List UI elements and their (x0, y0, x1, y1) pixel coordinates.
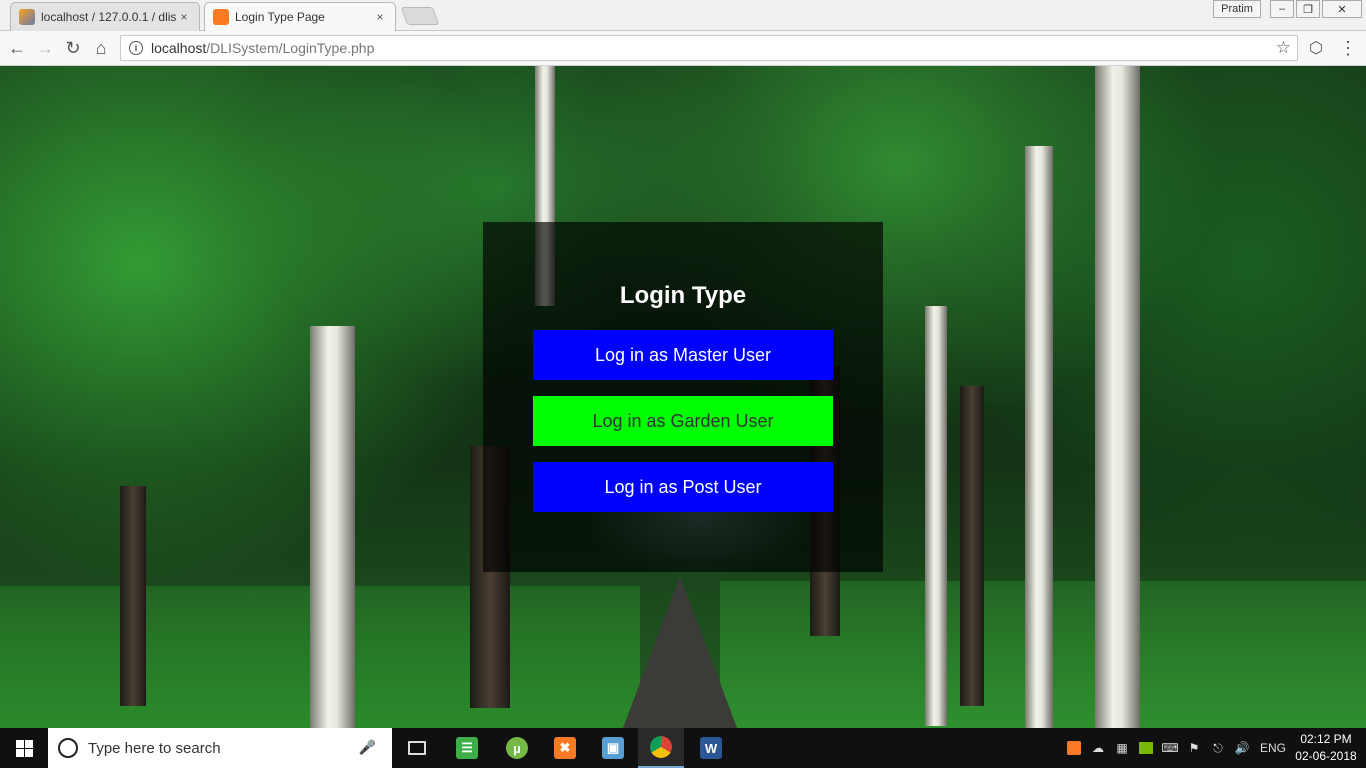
tab-phpmyadmin[interactable]: localhost / 127.0.0.1 / dlis × (10, 2, 200, 31)
notepad-icon[interactable]: ☰ (444, 728, 490, 768)
dark-trunk (120, 486, 146, 706)
word-icon[interactable]: W (688, 728, 734, 768)
browser-toolbar: ← → ↻ ⌂ i localhost/DLISystem/LoginType.… (0, 31, 1366, 66)
tab-title: Login Type Page (235, 10, 325, 24)
search-placeholder: Type here to search (88, 739, 221, 757)
windows-taskbar: Type here to search 🎤 ☰ µ ✖ ▣ W ☁ ▦ ⌨ ⚑ … (0, 728, 1366, 768)
url-path: /DLISystem/LoginType.php (206, 40, 375, 56)
language-indicator[interactable]: ENG (1258, 728, 1288, 768)
close-icon[interactable]: × (373, 10, 387, 24)
clock-date: 02-06-2018 (1295, 749, 1357, 763)
windows-logo-icon (15, 739, 33, 757)
xampp-icon (213, 9, 229, 25)
app-tray-icon[interactable]: ▦ (1112, 728, 1132, 768)
chrome-icon[interactable] (638, 728, 684, 768)
back-icon[interactable]: ← (6, 37, 28, 59)
profile-button[interactable]: Pratim (1213, 0, 1261, 18)
home-icon[interactable]: ⌂ (90, 37, 112, 59)
garden-user-login-button[interactable]: Log in as Garden User (533, 396, 833, 446)
birch-trunk (925, 306, 947, 726)
page-background: Login Type Log in as Master User Log in … (0, 66, 1366, 728)
page-title: Login Type (619, 282, 747, 309)
forward-icon[interactable]: → (34, 37, 56, 59)
menu-icon[interactable]: ⋮ (1337, 37, 1359, 59)
minimize-button[interactable]: ‒ (1270, 0, 1294, 18)
utorrent-icon[interactable]: µ (494, 728, 540, 768)
taskbar-search-box[interactable]: Type here to search 🎤 (48, 728, 392, 768)
security-icon[interactable]: ⚑ (1184, 728, 1204, 768)
birch-trunk (1095, 66, 1140, 728)
reload-icon[interactable]: ↻ (62, 37, 84, 59)
post-user-login-button[interactable]: Log in as Post User (533, 462, 833, 512)
browser-tab-bar: localhost / 127.0.0.1 / dlis × Login Typ… (0, 0, 1366, 31)
new-tab-button[interactable] (400, 7, 440, 25)
xampp-icon[interactable]: ✖ (542, 728, 588, 768)
xampp-tray-icon[interactable] (1064, 728, 1084, 768)
phpmyadmin-icon (19, 9, 35, 25)
dark-trunk (960, 386, 984, 706)
master-user-login-button[interactable]: Log in as Master User (533, 330, 833, 380)
maximize-button[interactable]: ❐ (1296, 0, 1320, 18)
network-drive-icon[interactable]: ☁ (1088, 728, 1108, 768)
close-icon[interactable]: × (177, 10, 191, 24)
tab-login-type[interactable]: Login Type Page × (204, 2, 396, 31)
network-icon[interactable]: ⎋ (1208, 728, 1228, 768)
cortana-icon[interactable] (58, 738, 78, 758)
forest-path (620, 576, 740, 728)
clock-time: 02:12 PM (1300, 732, 1352, 746)
volume-icon[interactable]: 🔊 (1232, 728, 1252, 768)
microphone-icon[interactable]: 🎤 (359, 739, 376, 756)
bookmark-star-icon[interactable]: ☆ (1276, 38, 1291, 58)
close-window-button[interactable]: ✕ (1322, 0, 1362, 18)
info-icon[interactable]: i (129, 41, 143, 55)
nvidia-icon[interactable] (1136, 728, 1156, 768)
clock[interactable]: 02:12 PM 02-06-2018 (1290, 731, 1362, 765)
birch-trunk (310, 326, 355, 728)
task-view-icon[interactable] (394, 728, 440, 768)
url-host: localhost (151, 40, 207, 56)
login-type-panel: Login Type Log in as Master User Log in … (483, 222, 883, 572)
keyboard-icon[interactable]: ⌨ (1160, 728, 1180, 768)
virtualbox-icon[interactable]: ▣ (590, 728, 636, 768)
start-button[interactable] (0, 728, 48, 768)
tab-title: localhost / 127.0.0.1 / dlis (41, 10, 177, 24)
address-bar[interactable]: i localhost/DLISystem/LoginType.php ☆ (120, 35, 1298, 61)
extension-icon[interactable]: ⬡ (1305, 37, 1327, 59)
birch-trunk (1025, 146, 1053, 728)
